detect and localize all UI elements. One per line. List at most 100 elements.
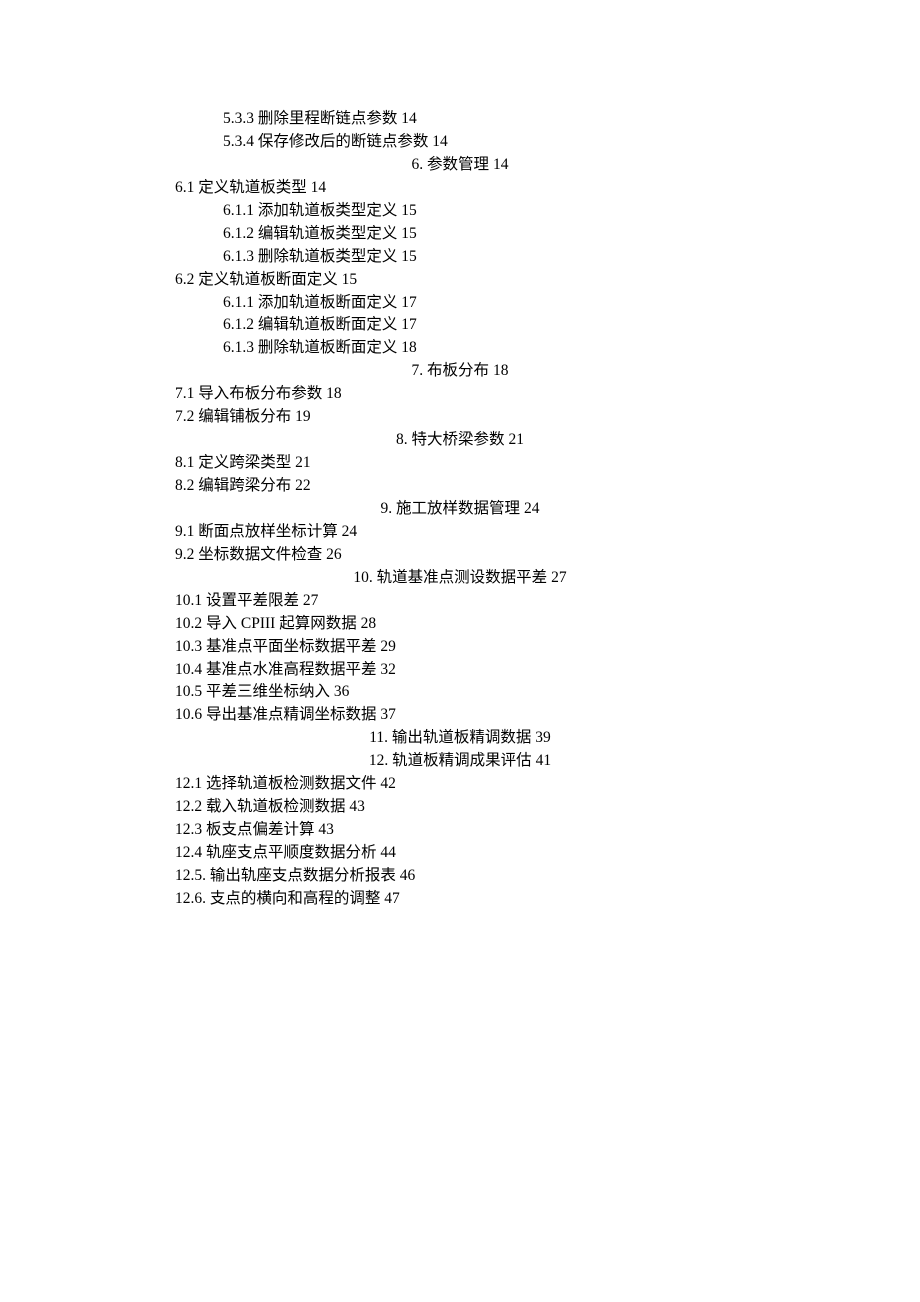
toc-entry: 5.3.3 删除里程断链点参数 14 [223, 108, 745, 131]
toc-entry-title: 板支点偏差计算 [206, 821, 315, 838]
toc-entry-number: 9.2 [175, 546, 194, 563]
toc-entry-page: 43 [349, 798, 365, 815]
toc-entry-number: 5.3.4 [223, 133, 254, 150]
table-of-contents: 5.3.3 删除里程断链点参数 145.3.4 保存修改后的断链点参数 146.… [175, 108, 745, 911]
toc-entry-title: 布板分布 [427, 362, 489, 379]
toc-entry-page: 29 [380, 638, 396, 655]
toc-entry-title: 输出轨道板精调数据 [392, 729, 532, 746]
toc-entry: 9.1 断面点放样坐标计算 24 [175, 521, 745, 544]
toc-entry-number: 12.4 [175, 844, 202, 861]
toc-entry-page: 18 [326, 385, 342, 402]
toc-entry-page: 27 [551, 569, 567, 586]
toc-entry-number: 8.1 [175, 454, 194, 471]
toc-entry-page: 46 [400, 867, 416, 884]
toc-entry-page: 44 [380, 844, 396, 861]
toc-entry-number: 10.5 [175, 683, 202, 700]
toc-entry-page: 32 [380, 661, 396, 678]
toc-entry-title: 定义轨道板断面定义 [198, 271, 338, 288]
toc-entry-title: 轨道基准点测设数据平差 [377, 569, 548, 586]
toc-entry-page: 17 [401, 316, 417, 333]
toc-entry-page: 17 [401, 294, 417, 311]
toc-entry: 8.1 定义跨梁类型 21 [175, 452, 745, 475]
toc-entry-number: 6.1.3 [223, 339, 254, 356]
toc-entry-title: 导入 CPIII 起算网数据 [206, 615, 357, 632]
toc-entry-page: 24 [524, 500, 540, 517]
toc-entry: 11. 输出轨道板精调数据 39 [175, 727, 745, 750]
toc-entry-page: 14 [311, 179, 327, 196]
toc-entry-number: 6.1.2 [223, 316, 254, 333]
toc-entry-number: 6.2 [175, 271, 194, 288]
toc-entry: 12.5. 输出轨座支点数据分析报表 46 [175, 865, 745, 888]
toc-entry: 10.6 导出基准点精调坐标数据 37 [175, 704, 745, 727]
toc-entry: 10.1 设置平差限差 27 [175, 590, 745, 613]
toc-entry-title: 基准点水准高程数据平差 [206, 661, 377, 678]
toc-entry-page: 41 [536, 752, 552, 769]
toc-entry-title: 平差三维坐标纳入 [206, 683, 330, 700]
toc-entry-number: 8. [396, 431, 408, 448]
toc-entry-number: 8.2 [175, 477, 194, 494]
toc-entry-number: 12. [369, 752, 388, 769]
toc-entry-page: 43 [318, 821, 334, 838]
toc-entry-number: 12.2 [175, 798, 202, 815]
document-page: 5.3.3 删除里程断链点参数 145.3.4 保存修改后的断链点参数 146.… [0, 0, 920, 911]
toc-entry-number: 10.3 [175, 638, 202, 655]
toc-entry-number: 12.5. [175, 867, 206, 884]
toc-entry-title: 轨座支点平顺度数据分析 [206, 844, 377, 861]
toc-entry: 8. 特大桥梁参数 21 [175, 429, 745, 452]
toc-entry-title: 断面点放样坐标计算 [198, 523, 338, 540]
toc-entry-number: 6. [412, 156, 424, 173]
toc-entry-title: 基准点平面坐标数据平差 [206, 638, 377, 655]
toc-entry: 10.4 基准点水准高程数据平差 32 [175, 659, 745, 682]
toc-entry: 12.6. 支点的横向和高程的调整 47 [175, 888, 745, 911]
toc-entry-number: 9. [381, 500, 393, 517]
toc-entry-title: 定义轨道板类型 [198, 179, 307, 196]
toc-entry: 10.5 平差三维坐标纳入 36 [175, 681, 745, 704]
toc-entry: 7. 布板分布 18 [175, 360, 745, 383]
toc-entry-page: 15 [401, 225, 417, 242]
toc-entry-page: 22 [295, 477, 311, 494]
toc-entry: 5.3.4 保存修改后的断链点参数 14 [223, 131, 745, 154]
toc-entry: 10.2 导入 CPIII 起算网数据 28 [175, 613, 745, 636]
toc-entry-number: 10.2 [175, 615, 202, 632]
toc-entry-title: 添加轨道板断面定义 [258, 294, 398, 311]
toc-entry-title: 删除里程断链点参数 [258, 110, 398, 127]
toc-entry-page: 14 [401, 110, 417, 127]
toc-entry: 6.1.3 删除轨道板断面定义 18 [223, 337, 745, 360]
toc-entry-number: 7.2 [175, 408, 194, 425]
toc-entry-number: 10. [353, 569, 372, 586]
toc-entry-title: 输出轨座支点数据分析报表 [210, 867, 396, 884]
toc-entry-page: 19 [295, 408, 311, 425]
toc-entry: 12.3 板支点偏差计算 43 [175, 819, 745, 842]
toc-entry-page: 21 [295, 454, 311, 471]
toc-entry: 6.1.2 编辑轨道板类型定义 15 [223, 223, 745, 246]
toc-entry-number: 10.6 [175, 706, 202, 723]
toc-entry-title: 施工放样数据管理 [396, 500, 520, 517]
toc-entry-number: 9.1 [175, 523, 194, 540]
toc-entry-number: 6.1.2 [223, 225, 254, 242]
toc-entry: 9. 施工放样数据管理 24 [175, 498, 745, 521]
toc-entry-title: 设置平差限差 [206, 592, 299, 609]
toc-entry-title: 轨道板精调成果评估 [392, 752, 532, 769]
toc-entry-title: 定义跨梁类型 [198, 454, 291, 471]
toc-entry-page: 21 [508, 431, 524, 448]
toc-entry-title: 导入布板分布参数 [198, 385, 322, 402]
toc-entry-number: 12.6. [175, 890, 206, 907]
toc-entry-page: 18 [401, 339, 417, 356]
toc-entry: 6.1.1 添加轨道板类型定义 15 [223, 200, 745, 223]
toc-entry-page: 15 [401, 202, 417, 219]
toc-entry: 6. 参数管理 14 [175, 154, 745, 177]
toc-entry-page: 37 [380, 706, 396, 723]
toc-entry-title: 选择轨道板检测数据文件 [206, 775, 377, 792]
toc-entry-title: 参数管理 [427, 156, 489, 173]
toc-entry-page: 14 [493, 156, 509, 173]
toc-entry-page: 42 [380, 775, 396, 792]
toc-entry-number: 12.1 [175, 775, 202, 792]
toc-entry-number: 10.1 [175, 592, 202, 609]
toc-entry: 9.2 坐标数据文件检查 26 [175, 544, 745, 567]
toc-entry-number: 10.4 [175, 661, 202, 678]
toc-entry-page: 36 [334, 683, 350, 700]
toc-entry-title: 添加轨道板类型定义 [258, 202, 398, 219]
toc-entry-title: 特大桥梁参数 [412, 431, 505, 448]
toc-entry-page: 14 [432, 133, 448, 150]
toc-entry: 10. 轨道基准点测设数据平差 27 [175, 567, 745, 590]
